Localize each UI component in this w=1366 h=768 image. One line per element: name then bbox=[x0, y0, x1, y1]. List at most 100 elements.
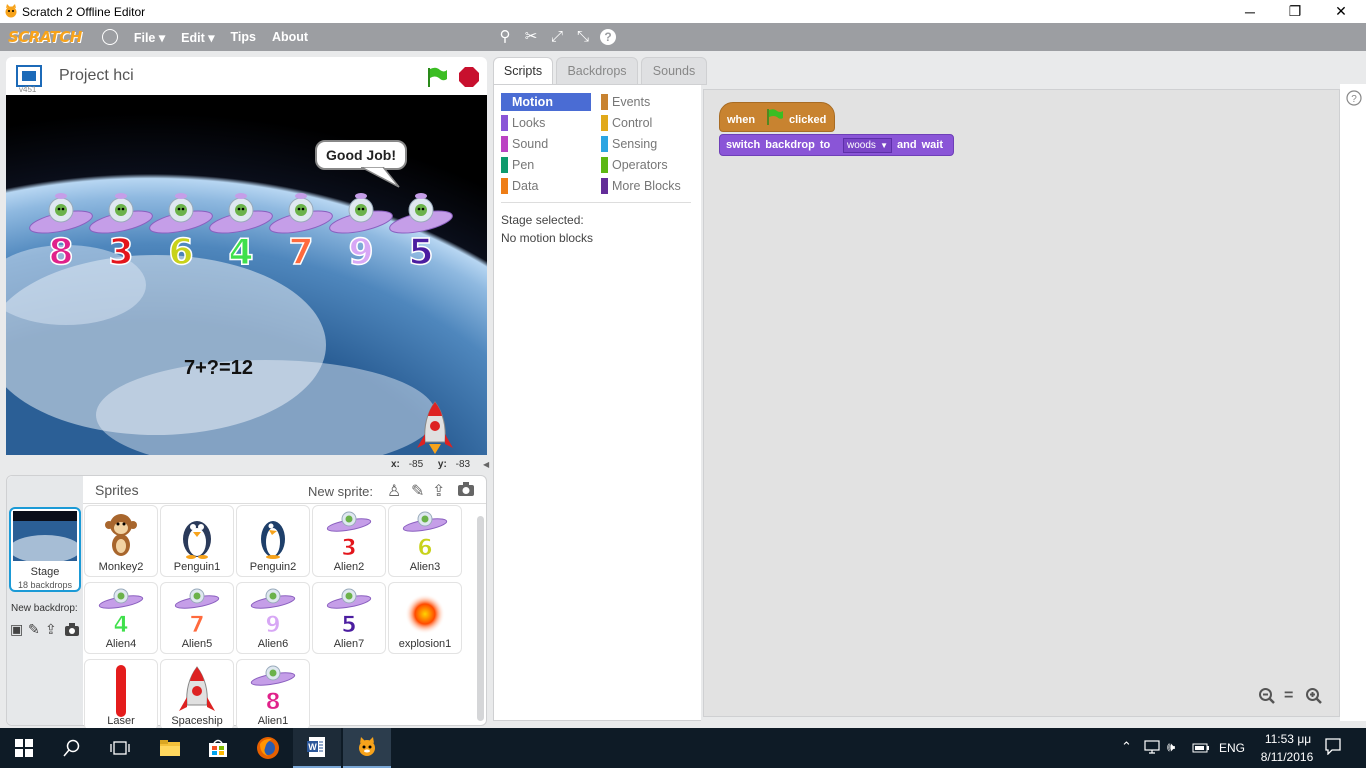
scratch-taskbar-icon[interactable] bbox=[343, 728, 391, 768]
search-icon[interactable] bbox=[48, 728, 96, 768]
sprite-name: Monkey2 bbox=[98, 561, 144, 573]
upload-backdrop-icon[interactable]: ⇪ bbox=[45, 621, 57, 638]
equation-text: 7+?=12 bbox=[184, 357, 253, 379]
category-data[interactable]: Data bbox=[501, 177, 591, 195]
sprite-tile[interactable]: 8 Alien1 bbox=[236, 659, 310, 731]
alien-number: 8 bbox=[48, 231, 75, 274]
network-icon[interactable] bbox=[1144, 740, 1160, 757]
category-pen[interactable]: Pen bbox=[501, 156, 591, 174]
alien-number: 7 bbox=[288, 231, 315, 274]
file-explorer-icon[interactable] bbox=[146, 728, 194, 768]
category-looks[interactable]: Looks bbox=[501, 114, 591, 132]
window-title: Scratch 2 Offline Editor bbox=[22, 4, 146, 19]
stage-thumbnail-image bbox=[13, 511, 77, 561]
menu-tips[interactable]: Tips bbox=[230, 30, 255, 44]
sprite-tile[interactable]: Monkey2 bbox=[84, 505, 158, 577]
language-globe-icon[interactable] bbox=[101, 29, 118, 45]
battery-icon[interactable] bbox=[1192, 742, 1210, 756]
delete-scissors-icon[interactable]: ✂ bbox=[522, 28, 540, 46]
hat-when-text: when bbox=[727, 114, 756, 126]
menu-about[interactable]: About bbox=[272, 30, 308, 44]
clock-time[interactable]: 11:53 μμ bbox=[1258, 732, 1318, 746]
spaceship-sprite[interactable] bbox=[415, 400, 455, 455]
backdrop-dropdown-value: woods bbox=[847, 140, 876, 151]
close-window-button[interactable]: ✕ bbox=[1318, 0, 1364, 23]
svg-text:7: 7 bbox=[189, 613, 204, 636]
category-control[interactable]: Control bbox=[601, 114, 691, 132]
choose-sprite-library-icon[interactable]: ♙ bbox=[387, 481, 401, 501]
sprite-tile[interactable]: Penguin1 bbox=[160, 505, 234, 577]
paint-backdrop-icon[interactable]: ✎ bbox=[28, 621, 40, 638]
alien-number: 9 bbox=[348, 231, 375, 274]
sprite-name: Alien2 bbox=[333, 561, 365, 573]
sprite-tile[interactable]: explosion1 bbox=[388, 582, 462, 654]
sprite-tile[interactable]: 3 Alien2 bbox=[312, 505, 386, 577]
store-icon[interactable] bbox=[194, 728, 242, 768]
firefox-icon[interactable] bbox=[244, 728, 292, 768]
zoom-out-icon[interactable] bbox=[1258, 687, 1276, 708]
volume-icon[interactable]: 🕪 bbox=[1167, 739, 1175, 755]
new-sprite-label: New sprite: bbox=[308, 484, 374, 499]
svg-text:4: 4 bbox=[113, 613, 128, 636]
help-icon[interactable]: ? bbox=[599, 28, 617, 46]
shrink-icon[interactable]: ⤡ bbox=[574, 28, 592, 46]
sprite-tile[interactable]: Laser bbox=[84, 659, 158, 731]
restore-button[interactable]: ❐ bbox=[1272, 0, 1318, 23]
scratch-logo[interactable]: SCRATCH bbox=[8, 28, 82, 46]
project-title-field[interactable]: Project hci bbox=[59, 67, 134, 85]
action-center-icon[interactable] bbox=[1324, 737, 1342, 758]
start-windows-icon[interactable] bbox=[0, 728, 48, 768]
category-color-bar bbox=[601, 178, 608, 194]
duplicate-stamp-icon[interactable]: ⚲ bbox=[496, 28, 514, 46]
category-label: Looks bbox=[512, 116, 546, 130]
stage-canvas[interactable]: 8364795 Good Job! 7+?=12 bbox=[6, 95, 487, 455]
sprite-tile[interactable]: Penguin2 bbox=[236, 505, 310, 577]
backdrop-dropdown[interactable]: woods ▼ bbox=[843, 138, 892, 153]
dropdown-arrow-icon: ▼ bbox=[880, 141, 888, 150]
when-flag-clicked-block[interactable]: when clicked bbox=[719, 102, 835, 132]
tab-backdrops[interactable]: Backdrops bbox=[556, 57, 638, 85]
tab-sounds[interactable]: Sounds bbox=[641, 57, 707, 85]
help-tips-icon[interactable]: ? bbox=[1346, 90, 1362, 109]
script-area[interactable]: when clicked switch backdrop to woods ▼ … bbox=[703, 89, 1340, 717]
word-document-icon[interactable]: W bbox=[293, 728, 341, 768]
sprite-thumbnail bbox=[173, 511, 221, 559]
zoom-reset-icon[interactable]: = bbox=[1284, 687, 1293, 705]
tab-scripts[interactable]: Scripts bbox=[493, 57, 553, 85]
category-operators[interactable]: Operators bbox=[601, 156, 691, 174]
category-sensing[interactable]: Sensing bbox=[601, 135, 691, 153]
category-more-blocks[interactable]: More Blocks bbox=[601, 177, 691, 195]
sprite-tile[interactable]: 7 Alien5 bbox=[160, 582, 234, 654]
sprite-tile[interactable]: 6 Alien3 bbox=[388, 505, 462, 577]
stage-thumbnail[interactable]: Stage 18 backdrops bbox=[9, 507, 81, 592]
sprite-list-scrollbar[interactable] bbox=[477, 516, 484, 721]
category-color-bar bbox=[501, 94, 508, 110]
collapse-stage-arrow-icon[interactable]: ◀ bbox=[483, 460, 489, 469]
stop-sign-icon[interactable] bbox=[458, 66, 480, 91]
zoom-in-icon[interactable] bbox=[1305, 687, 1323, 708]
clock-date[interactable]: 8/11/2016 bbox=[1252, 750, 1322, 764]
camera-backdrop-icon[interactable] bbox=[64, 623, 80, 640]
sprite-tile[interactable]: 5 Alien7 bbox=[312, 582, 386, 654]
svg-text:W: W bbox=[308, 742, 317, 752]
tray-up-arrow-icon[interactable]: ⌃ bbox=[1121, 739, 1132, 755]
sprite-tile[interactable]: 4 Alien4 bbox=[84, 582, 158, 654]
language-indicator[interactable]: ENG bbox=[1219, 741, 1245, 755]
backdrop-library-icon[interactable]: ▣ bbox=[10, 621, 23, 638]
switch-backdrop-block[interactable]: switch backdrop to woods ▼ and wait bbox=[719, 134, 954, 156]
category-events[interactable]: Events bbox=[601, 93, 691, 111]
category-motion[interactable]: Motion bbox=[501, 93, 591, 111]
sprite-name: Penguin1 bbox=[173, 561, 221, 573]
menu-edit[interactable]: Edit ▾ bbox=[181, 30, 214, 45]
upload-sprite-icon[interactable]: ⇪ bbox=[432, 481, 445, 501]
paint-new-sprite-icon[interactable]: ✎ bbox=[411, 481, 424, 501]
grow-icon[interactable]: ⤢ bbox=[548, 28, 566, 46]
camera-sprite-icon[interactable] bbox=[457, 481, 475, 500]
sprite-tile[interactable]: 9 Alien6 bbox=[236, 582, 310, 654]
task-view-icon[interactable] bbox=[96, 728, 144, 768]
sprite-tile[interactable]: Spaceship bbox=[160, 659, 234, 731]
category-sound[interactable]: Sound bbox=[501, 135, 591, 153]
green-flag-icon[interactable] bbox=[426, 66, 448, 91]
menu-file[interactable]: File ▾ bbox=[134, 30, 165, 45]
minimize-button[interactable]: ─ bbox=[1227, 0, 1273, 23]
